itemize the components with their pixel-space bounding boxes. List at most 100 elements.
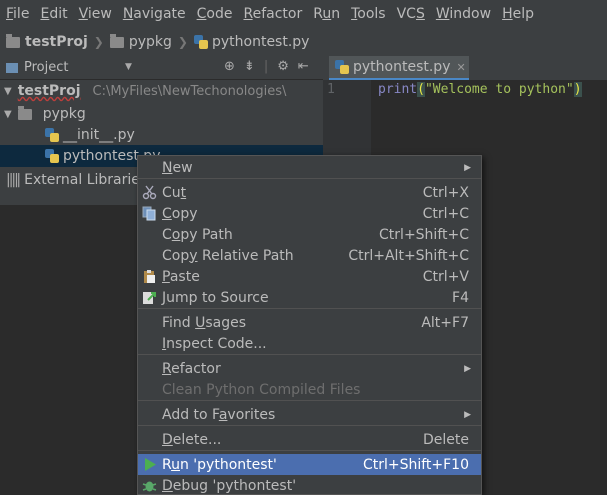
chevron-down-icon: ▼: [4, 108, 12, 120]
python-file-icon: [193, 35, 208, 49]
menu-tools[interactable]: Tools: [351, 6, 386, 22]
code-string: "Welcome to python": [424, 82, 574, 97]
breadcrumb: testProj ❯ pypkg ❯ pythontest.py: [0, 28, 607, 56]
tab-pythontest[interactable]: pythontest.py ✕: [329, 56, 469, 80]
menu-item-label: Paste: [162, 268, 200, 285]
code-paren-open: (: [417, 82, 425, 97]
chevron-right-icon: ❯: [93, 35, 104, 49]
code-function: print: [378, 82, 418, 97]
breadcrumb-project[interactable]: testProj: [6, 33, 88, 50]
menu-vcs[interactable]: VCS: [397, 6, 425, 22]
collapse-all-icon[interactable]: ⇟: [244, 59, 255, 74]
menu-item-label: Run 'pythontest': [162, 456, 277, 473]
context-menu-item-run-pythontest[interactable]: Run 'pythontest' Ctrl+Shift+F10: [138, 454, 481, 475]
python-file-icon: [45, 128, 59, 142]
chevron-right-icon: ❯: [177, 35, 188, 49]
context-menu: New ▶ Cut Ctrl+X Copy Ctrl+C Copy Path Ctrl+Shi…: [137, 155, 482, 495]
package-folder-icon: [109, 33, 124, 48]
menu-divider: [138, 400, 481, 401]
menu-item-label: Find Usages: [162, 314, 247, 331]
debug-icon: [142, 478, 157, 493]
context-menu-item-copy-relative-path[interactable]: Copy Relative Path Ctrl+Alt+Shift+C: [138, 245, 481, 266]
context-menu-item-find-usages[interactable]: Find Usages Alt+F7: [138, 312, 481, 333]
copy-icon: [142, 206, 157, 221]
project-panel-header: Project ▼ ⊕ ⇟ | ⚙ ⇤: [0, 56, 323, 80]
menu-item-label: Add to Favorites: [162, 406, 276, 423]
tree-item-external-libraries[interactable]: |||‖ External Libraries: [6, 169, 147, 191]
context-menu-item-copy[interactable]: Copy Ctrl+C: [138, 203, 481, 224]
chevron-down-icon: ▼: [4, 85, 12, 97]
menu-item-label: Inspect Code...: [162, 335, 267, 352]
menu-item-label: Copy Path: [162, 226, 233, 243]
tree-item-root[interactable]: ▼ testProj C:\MyFiles\NewTechonologies\: [4, 80, 286, 102]
line-number: 1: [327, 82, 335, 97]
menu-item-shortcut: Ctrl+V: [422, 268, 469, 285]
project-panel-toolbar: ⊕ ⇟ | ⚙ ⇤: [224, 59, 309, 74]
menu-bar: File Edit View Navigate Code Refactor Run Tools…: [0, 0, 607, 28]
menu-item-label: Refactor: [162, 360, 221, 377]
menu-item-shortcut: Delete: [423, 431, 469, 448]
menu-item-label: Clean Python Compiled Files: [162, 381, 361, 398]
menu-view[interactable]: View: [79, 6, 112, 22]
gear-icon[interactable]: ⚙: [277, 59, 289, 74]
menu-divider: [138, 450, 481, 451]
run-icon: [142, 457, 157, 472]
menu-item-shortcut: Ctrl+Shift+F10: [362, 456, 469, 473]
breadcrumb-package[interactable]: pypkg: [109, 33, 172, 50]
project-view-icon: [6, 62, 18, 73]
menu-item-shortcut: Ctrl+X: [422, 184, 469, 201]
code-paren-close: ): [573, 82, 582, 97]
package-folder-icon: [17, 105, 32, 120]
context-menu-item-new[interactable]: New ▶: [138, 157, 481, 178]
scissors-icon: [142, 185, 157, 200]
menu-item-shortcut: Ctrl+Alt+Shift+C: [348, 247, 469, 264]
chevron-down-icon[interactable]: ▼: [125, 62, 132, 72]
tree-item-init-file[interactable]: __init__.py: [45, 124, 135, 146]
project-panel-title[interactable]: Project: [24, 60, 68, 75]
menu-help[interactable]: Help: [502, 6, 534, 22]
context-menu-item-copy-path[interactable]: Copy Path Ctrl+Shift+C: [138, 224, 481, 245]
context-menu-item-cut[interactable]: Cut Ctrl+X: [138, 182, 481, 203]
menu-navigate[interactable]: Navigate: [123, 6, 186, 22]
menu-item-shortcut: Ctrl+C: [422, 205, 469, 222]
menu-code[interactable]: Code: [197, 6, 233, 22]
menu-item-label: Debug 'pythontest': [162, 477, 297, 494]
locate-icon[interactable]: ⊕: [224, 59, 235, 74]
menu-divider: [138, 308, 481, 309]
python-file-icon: [45, 149, 59, 163]
close-icon[interactable]: ✕: [456, 61, 465, 74]
context-menu-item-inspect-code[interactable]: Inspect Code...: [138, 333, 481, 354]
submenu-arrow-icon: ▶: [464, 363, 471, 374]
context-menu-item-jump-to-source[interactable]: Jump to Source F4: [138, 287, 481, 308]
menu-edit[interactable]: Edit: [40, 6, 67, 22]
menu-divider: [138, 178, 481, 179]
folder-icon: [6, 33, 20, 48]
hide-panel-icon[interactable]: ⇤: [298, 59, 309, 74]
library-icon: |||‖: [6, 172, 21, 188]
tree-item-package[interactable]: ▼ pypkg: [4, 103, 86, 125]
context-menu-item-refactor[interactable]: Refactor ▶: [138, 358, 481, 379]
menu-item-label: Jump to Source: [162, 289, 269, 306]
context-menu-item-delete[interactable]: Delete... Delete: [138, 429, 481, 450]
menu-file[interactable]: File: [6, 6, 29, 22]
submenu-arrow-icon: ▶: [464, 162, 471, 173]
menu-item-shortcut: F4: [452, 289, 469, 306]
breadcrumb-file[interactable]: pythontest.py: [193, 34, 309, 50]
editor-tab-bar: pythontest.py ✕: [323, 56, 607, 80]
paste-icon: [142, 269, 157, 284]
menu-run[interactable]: Run: [313, 6, 340, 22]
menu-item-label: Cut: [162, 184, 187, 201]
context-menu-item-debug-pythontest[interactable]: Debug 'pythontest': [138, 475, 481, 495]
menu-refactor[interactable]: Refactor: [243, 6, 302, 22]
context-menu-item-add-to-favorites[interactable]: Add to Favorites ▶: [138, 404, 481, 425]
menu-item-shortcut: Alt+F7: [421, 314, 469, 331]
menu-divider: [138, 354, 481, 355]
submenu-arrow-icon: ▶: [464, 409, 471, 420]
context-menu-item-paste[interactable]: Paste Ctrl+V: [138, 266, 481, 287]
menu-item-shortcut: Ctrl+Shift+C: [379, 226, 469, 243]
menu-window[interactable]: Window: [436, 6, 491, 22]
menu-item-label: Copy Relative Path: [162, 247, 294, 264]
divider: |: [263, 59, 269, 74]
menu-item-label: New: [162, 159, 193, 176]
menu-divider: [138, 425, 481, 426]
